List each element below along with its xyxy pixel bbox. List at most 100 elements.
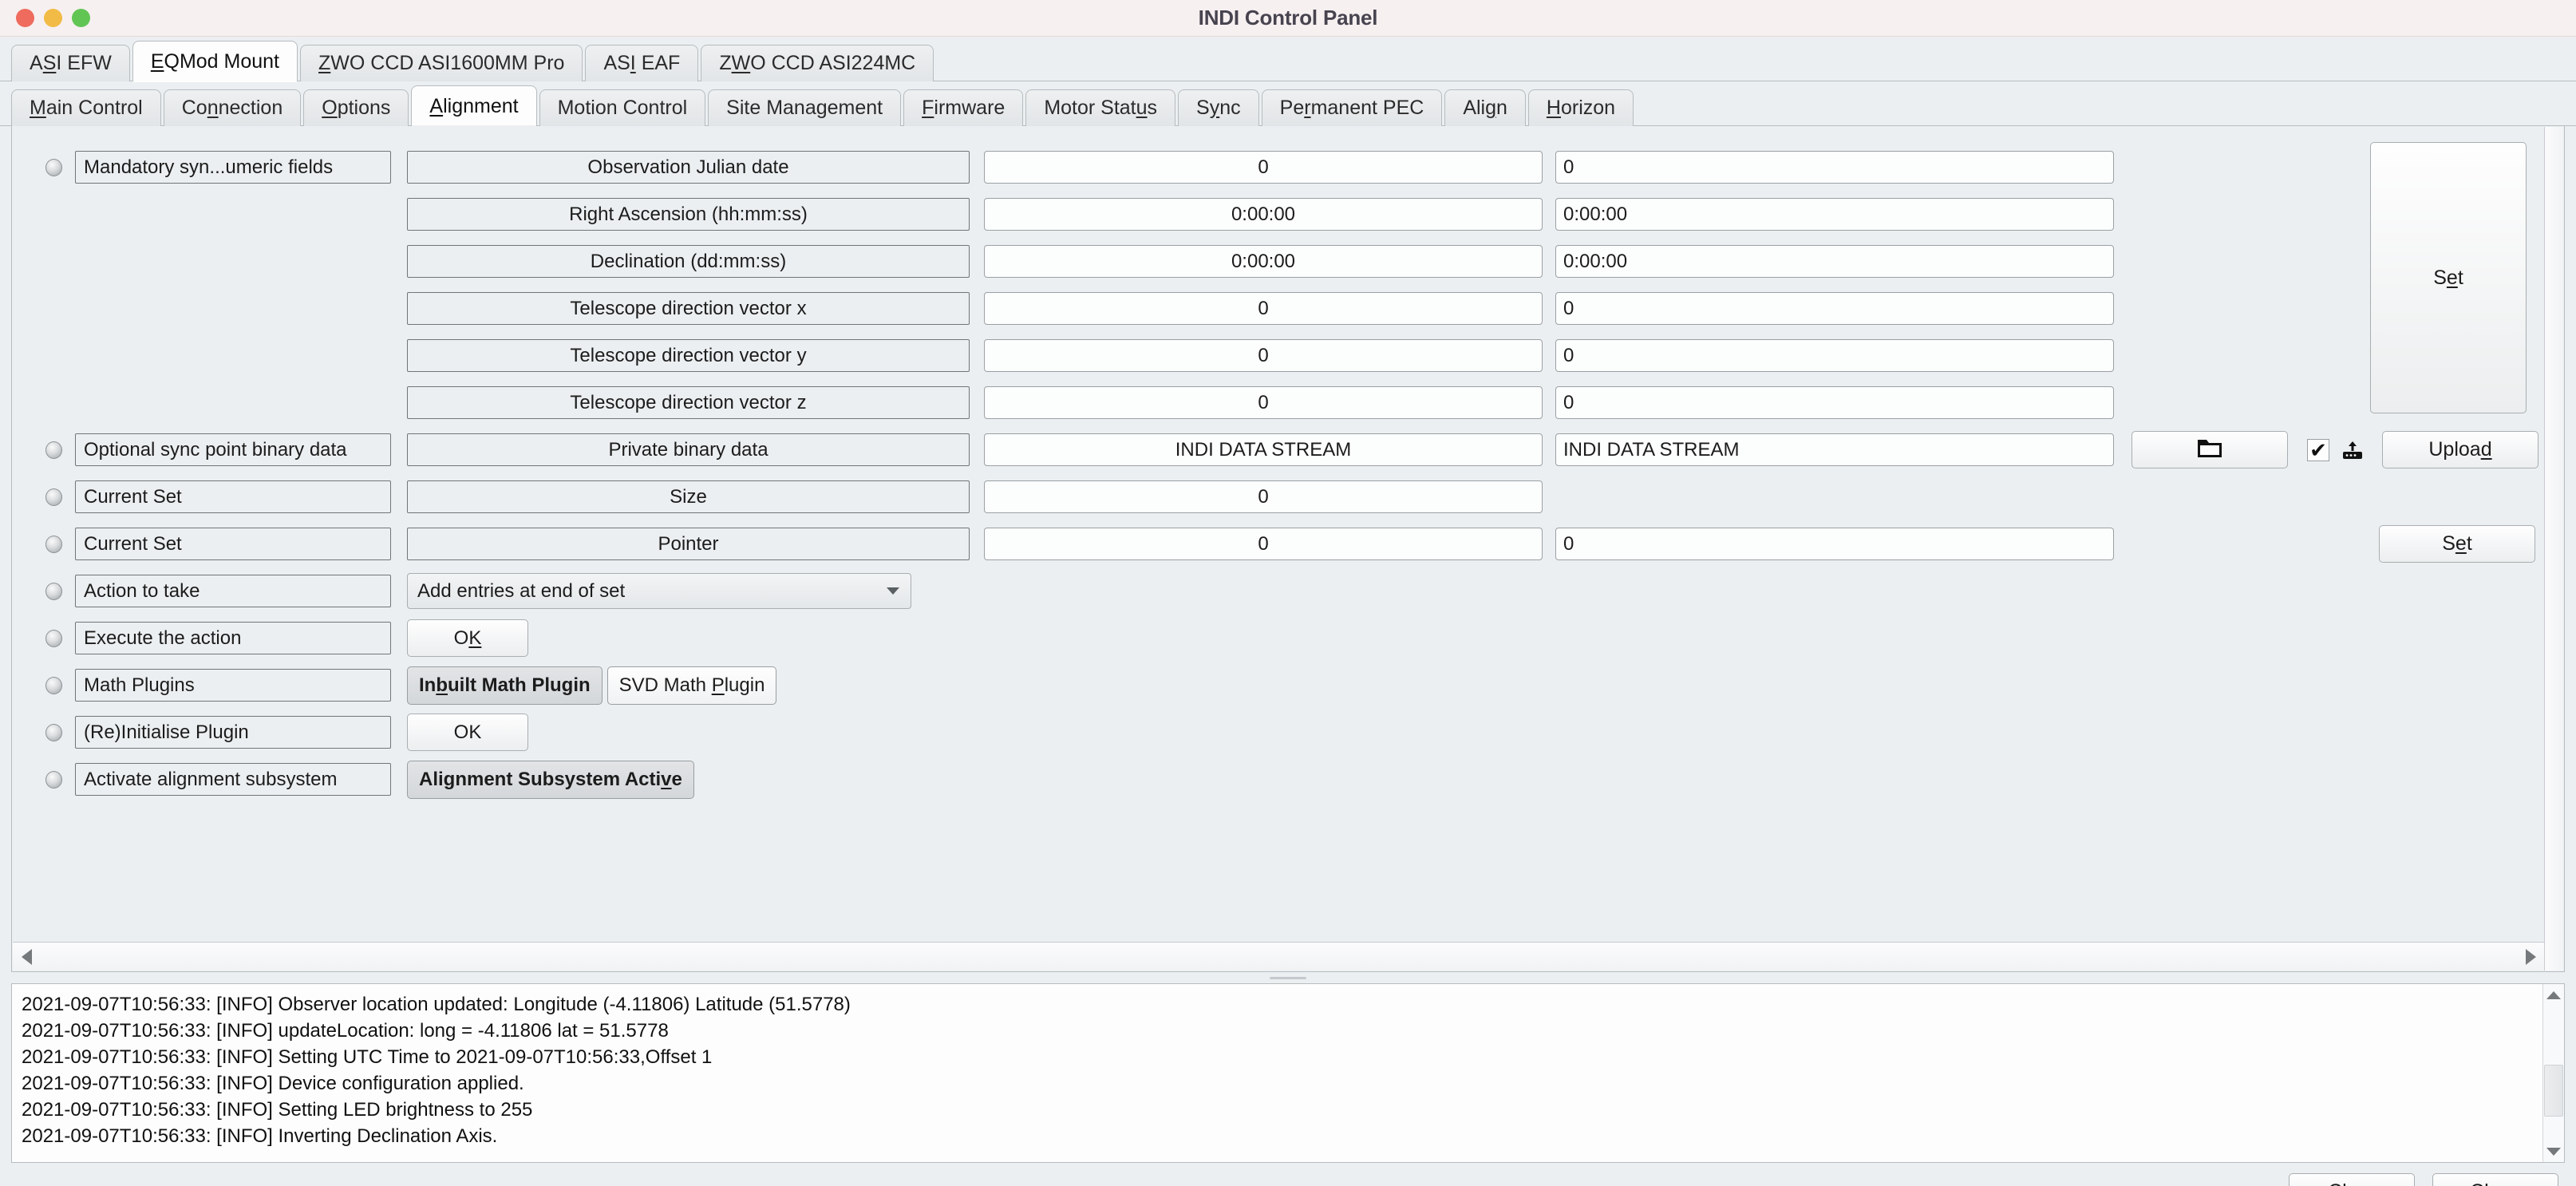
group-tab-alignment[interactable]: Alignment [411, 85, 537, 127]
action-to-take-selected: Add entries at end of set [417, 579, 626, 602]
group-tab-motor-status[interactable]: Motor Status [1025, 89, 1176, 126]
panel-horizontal-scrollbar[interactable] [13, 942, 2544, 971]
tab-label: Align [1463, 97, 1507, 119]
element-value-vector-z: 0 [984, 386, 1543, 419]
group-tab-main-control[interactable]: Main Control [11, 89, 161, 126]
property-name-math-plugins: Math Plugins [75, 669, 391, 702]
device-tab-asi-eaf[interactable]: ASI EAF [585, 45, 699, 81]
splitter-grip [1270, 976, 1306, 979]
upload-button[interactable]: Upload [2382, 431, 2538, 468]
tab-label: Sync [1196, 97, 1241, 119]
element-label-right-ascension: Right Ascension (hh:mm:ss) [407, 198, 970, 231]
set-pointer-button-label: Set [2442, 532, 2472, 555]
status-led-activate-subsystem [45, 770, 62, 789]
property-name-execute-action: Execute the action [75, 622, 391, 654]
element-input-binary-data[interactable]: INDI DATA STREAM [1555, 433, 2114, 466]
log-line: 2021-09-07T10:56:33: [INFO] Device confi… [22, 1073, 524, 1094]
math-plugin-inbuilt-label: Inbuilt Math Plugin [419, 674, 591, 696]
element-value-right-ascension: 0:00:00 [984, 198, 1543, 231]
element-input-pointer[interactable]: 0 [1555, 528, 2114, 560]
property-row-execute-action: Execute the action OK [12, 615, 2544, 662]
log-scroll-thumb[interactable] [2544, 1065, 2563, 1117]
property-name-reinit-plugin: (Re)Initialise Plugin [75, 716, 391, 749]
panel-splitter[interactable] [11, 972, 2565, 983]
element-label-size: Size [407, 480, 970, 513]
property-name-activate-subsystem: Activate alignment subsystem [75, 763, 391, 796]
log-vertical-scrollbar[interactable] [2542, 984, 2564, 1162]
group-tab-connection[interactable]: Connection [163, 89, 302, 126]
window-controls [16, 9, 90, 27]
alignment-subsystem-active-label: Alignment Subsystem Active [419, 768, 682, 790]
math-plugin-svd-button[interactable]: SVD Math Plugin [606, 666, 777, 705]
set-pointer-button[interactable]: Set [2379, 525, 2535, 563]
close-button-label: Close [2470, 1180, 2521, 1186]
alignment-subsystem-active-button[interactable]: Alignment Subsystem Active [407, 760, 694, 799]
element-label-julian-date: Observation Julian date [407, 151, 970, 184]
log-line: 2021-09-07T10:56:33: [INFO] Setting UTC … [22, 1046, 713, 1068]
close-button[interactable]: Close [2432, 1173, 2558, 1186]
group-tab-horizon[interactable]: Horizon [1527, 89, 1634, 126]
log-line: 2021-09-07T10:56:33: [INFO] Inverting De… [22, 1125, 498, 1147]
group-tab-sync[interactable]: Sync [1178, 89, 1259, 126]
reinit-plugin-ok-button[interactable]: OK [407, 714, 528, 751]
scroll-left-button[interactable] [13, 943, 40, 971]
log-text-area[interactable]: 2021-09-07T10:56:33: [INFO] Observer loc… [12, 984, 2542, 1162]
element-input-vector-z[interactable]: 0 [1555, 386, 2114, 419]
panel-vertical-scrollbar[interactable] [2544, 127, 2563, 971]
action-to-take-combobox[interactable]: Add entries at end of set [407, 573, 911, 609]
element-label-pointer: Pointer [407, 528, 970, 560]
device-tab-asi-efw[interactable]: ASI EFW [11, 45, 130, 81]
device-tab-eqmod-mount[interactable]: EQMod Mount [132, 41, 298, 82]
close-window-button[interactable] [16, 9, 34, 27]
tab-label: ASI EFW [30, 52, 112, 74]
group-tab-align[interactable]: Align [1444, 89, 1526, 126]
device-tab-zwo-ccd-asi224mc[interactable]: ZWO CCD ASI224MC [701, 45, 934, 81]
clear-button-label: Clear [2328, 1180, 2376, 1186]
scroll-right-button[interactable] [2517, 943, 2544, 971]
log-scroll-down-button[interactable] [2543, 1141, 2565, 1162]
element-value-vector-x: 0 [984, 292, 1543, 325]
property-panel: Mandatory syn...umeric fields Observatio… [11, 126, 2565, 972]
minimize-window-button[interactable] [44, 9, 62, 27]
group-tab-firmware[interactable]: Firmware [903, 89, 1024, 126]
property-row-activate-subsystem: Activate alignment subsystem Alignment S… [12, 756, 2544, 803]
maximize-window-button[interactable] [72, 9, 90, 27]
tab-label: Alignment [429, 94, 519, 117]
left-arrow-icon [21, 948, 32, 965]
element-input-julian-date[interactable]: 0 [1555, 151, 2114, 184]
group-tab-site-management[interactable]: Site Management [708, 89, 902, 126]
group-tab-motion-control[interactable]: Motion Control [539, 89, 706, 126]
element-input-right-ascension[interactable]: 0:00:00 [1555, 198, 2114, 231]
log-scroll-up-button[interactable] [2543, 984, 2565, 1006]
log-panel: 2021-09-07T10:56:33: [INFO] Observer loc… [11, 983, 2565, 1163]
property-row-vector-y: Telescope direction vector y 0 0 [12, 332, 2544, 379]
binary-enable-checkbox[interactable]: ✔ [2307, 438, 2329, 461]
property-scroll-area: Mandatory syn...umeric fields Observatio… [12, 126, 2544, 941]
property-row-vector-x: Telescope direction vector x 0 0 [12, 285, 2544, 332]
execute-action-ok-button[interactable]: OK [407, 619, 528, 657]
element-value-pointer: 0 [984, 528, 1543, 560]
bottom-button-bar: Clear Close [0, 1163, 2576, 1186]
math-plugin-inbuilt-button[interactable]: Inbuilt Math Plugin [407, 666, 603, 705]
clear-button[interactable]: Clear [2289, 1173, 2415, 1186]
tab-label: Horizon [1546, 97, 1616, 119]
element-input-declination[interactable]: 0:00:00 [1555, 245, 2114, 278]
status-led-action-to-take [45, 582, 62, 600]
element-input-vector-y[interactable]: 0 [1555, 339, 2114, 372]
log-line: 2021-09-07T10:56:33: [INFO] updateLocati… [22, 1020, 669, 1042]
property-row-current-set-size: Current Set Size 0 [12, 473, 2544, 520]
upload-button-label: Upload [2428, 438, 2492, 461]
element-input-vector-x[interactable]: 0 [1555, 292, 2114, 325]
group-tab-bar: Main Control Connection Options Alignment Mo… [0, 81, 2576, 127]
property-row-mandatory-sync: Mandatory syn...umeric fields Observatio… [12, 144, 2544, 191]
upload-link-icon [2341, 439, 2365, 461]
property-name-current-set-size: Current Set [75, 480, 391, 513]
group-tab-options[interactable]: Options [303, 89, 409, 126]
log-scroll-track[interactable] [2543, 1006, 2564, 1141]
device-tab-zwo-ccd-asi1600mm-pro[interactable]: ZWO CCD ASI1600MM Pro [300, 45, 583, 81]
math-plugin-svd-label: SVD Math Plugin [618, 674, 765, 696]
file-browse-button[interactable] [2132, 431, 2288, 468]
status-led-binary-data [45, 441, 62, 459]
group-tab-permanent-pec[interactable]: Permanent PEC [1261, 89, 1443, 126]
set-mandatory-sync-button[interactable]: Set [2370, 142, 2527, 413]
